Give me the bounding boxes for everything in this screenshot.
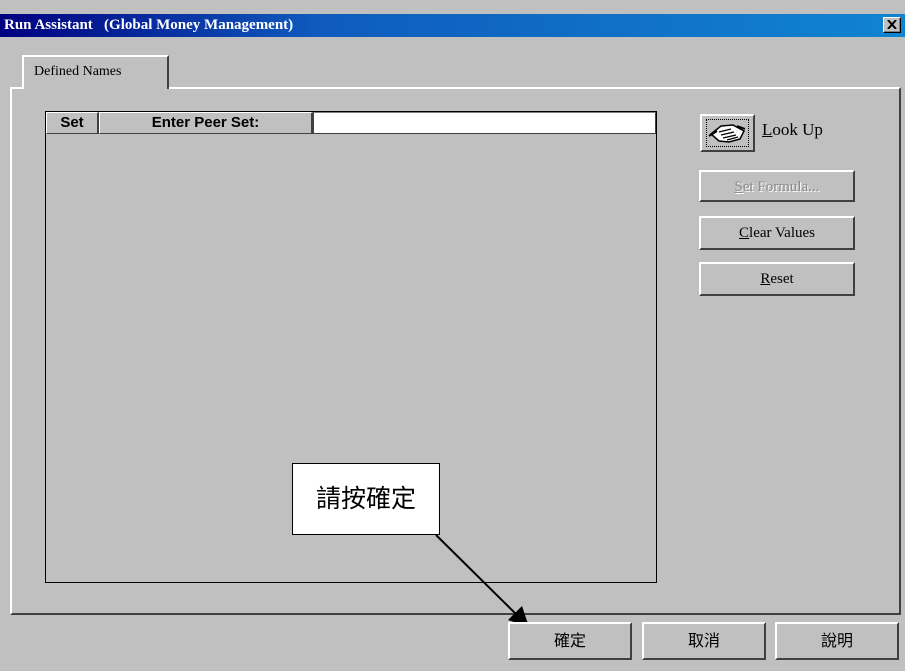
help-button[interactable]: 說明	[775, 622, 899, 660]
clear-values-button[interactable]: Clear Values	[699, 216, 855, 250]
column-header-set[interactable]: Set	[46, 112, 99, 134]
callout-text: 請按確定	[315, 484, 416, 513]
look-up-label[interactable]: Look Up	[762, 120, 823, 140]
cancel-button[interactable]: 取消	[642, 622, 766, 660]
instruction-callout: 請按確定	[292, 463, 440, 535]
close-icon	[887, 20, 897, 29]
title-bar: Run Assistant (Global Money Management)	[0, 14, 905, 37]
tab-defined-names[interactable]: Defined Names	[22, 55, 169, 89]
handshake-icon	[708, 124, 746, 143]
tab-label: Defined Names	[34, 64, 122, 79]
window-title: Run Assistant (Global Money Management)	[4, 17, 294, 33]
close-button[interactable]	[883, 17, 901, 33]
look-up-button[interactable]	[700, 114, 755, 152]
reset-button[interactable]: Reset	[699, 262, 855, 296]
ok-button[interactable]: 確定	[508, 622, 632, 660]
look-up-control[interactable]: Look Up	[700, 112, 860, 152]
set-formula-button[interactable]: Set Formula...	[699, 170, 855, 202]
peer-set-input[interactable]	[313, 112, 656, 134]
column-header-enter-peer-set[interactable]: Enter Peer Set:	[99, 112, 313, 134]
